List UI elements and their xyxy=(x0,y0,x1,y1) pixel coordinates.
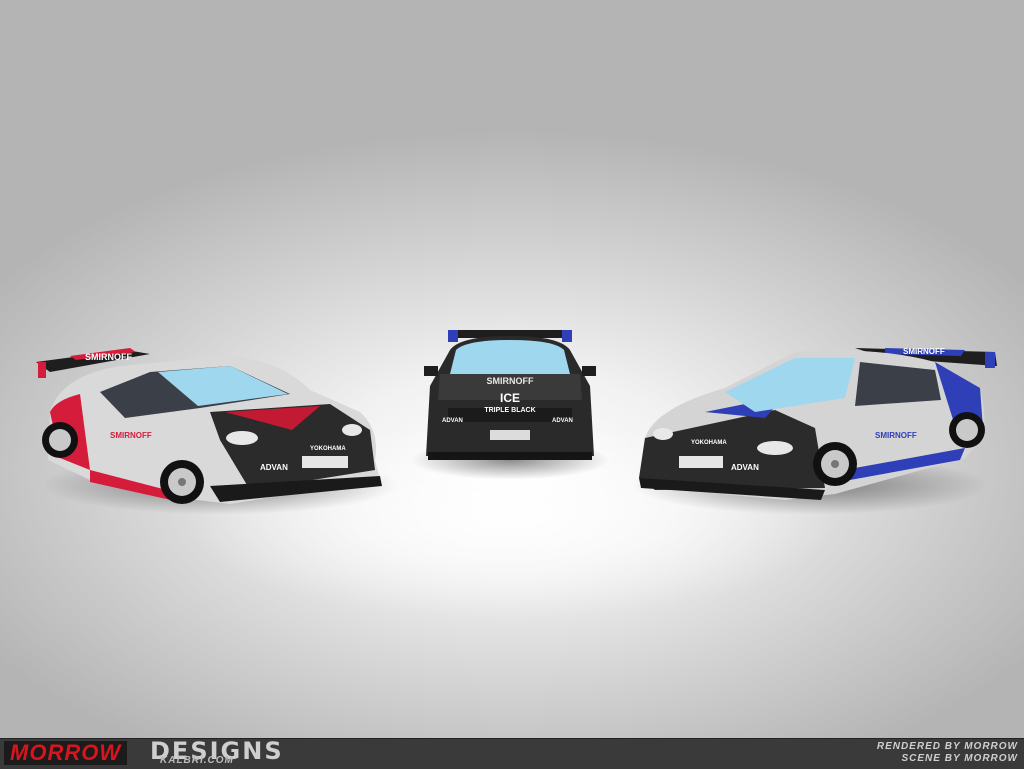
center-subline: TRIPLE BLACK xyxy=(484,407,535,414)
right-tyre-brand: ADVAN xyxy=(731,463,759,472)
center-tyre-brand-left: ADVAN xyxy=(442,418,463,424)
right-race-car: SMIRNOFF SMIRNOFF ADVAN YOKOHAMA xyxy=(639,347,997,500)
render-credit: RENDERED BY MORROW xyxy=(876,741,1018,752)
brand-url: KALBRI.COM xyxy=(160,755,234,766)
brand-logo-morrow: MORROW xyxy=(4,741,128,765)
scene-credit: SCENE BY MORROW xyxy=(901,753,1018,764)
left-tyre-brand: ADVAN xyxy=(260,463,288,472)
left-secondary-brand: YOKOHAMA xyxy=(310,446,346,452)
center-race-car: SMIRNOFF ICE TRIPLE BLACK ADVAN ADVAN xyxy=(424,330,596,460)
right-secondary-brand: YOKOHAMA xyxy=(691,440,727,446)
left-race-car: SMIRNOFF SMIRNOFF ADVAN YOKOHAMA xyxy=(36,348,382,504)
left-wing-sponsor: SMIRNOFF xyxy=(85,352,132,362)
right-door-sponsor: SMIRNOFF xyxy=(875,431,917,440)
center-top-sponsor: SMIRNOFF xyxy=(487,376,534,386)
center-tyre-brand-right: ADVAN xyxy=(552,418,573,424)
center-headline: ICE xyxy=(500,391,520,405)
right-wing-sponsor: SMIRNOFF xyxy=(903,347,945,356)
left-door-sponsor: SMIRNOFF xyxy=(110,431,152,440)
